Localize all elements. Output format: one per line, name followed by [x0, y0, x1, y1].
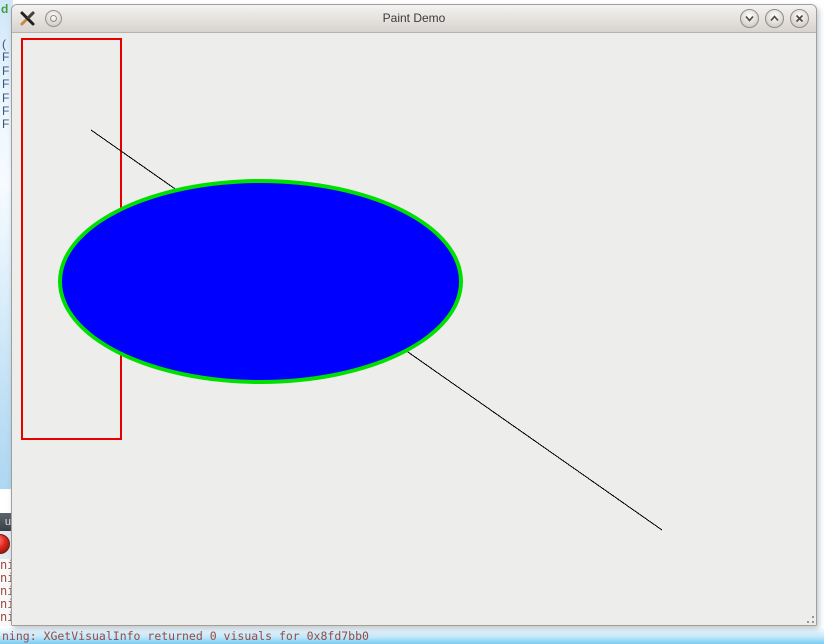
shade-button[interactable]	[740, 9, 759, 28]
titlebar-buttons	[740, 9, 809, 28]
red-sphere-icon	[0, 534, 10, 554]
window-title: Paint Demo	[12, 5, 816, 32]
paint-demo-window: Paint Demo	[11, 4, 817, 626]
terminal-warning-line[interactable]: ning: XGetVisualInfo returned 0 visuals …	[0, 628, 824, 644]
paint-canvas[interactable]	[12, 33, 816, 625]
editor-sliver-char: d	[1, 2, 8, 16]
maximize-button[interactable]	[765, 9, 784, 28]
titlebar[interactable]: Paint Demo	[12, 5, 816, 33]
resize-grip[interactable]	[806, 615, 814, 623]
close-button[interactable]	[790, 9, 809, 28]
drawn-ellipse	[58, 179, 463, 384]
close-x-icon	[794, 13, 805, 24]
chevron-down-icon	[744, 13, 755, 24]
chevron-up-icon	[769, 13, 780, 24]
